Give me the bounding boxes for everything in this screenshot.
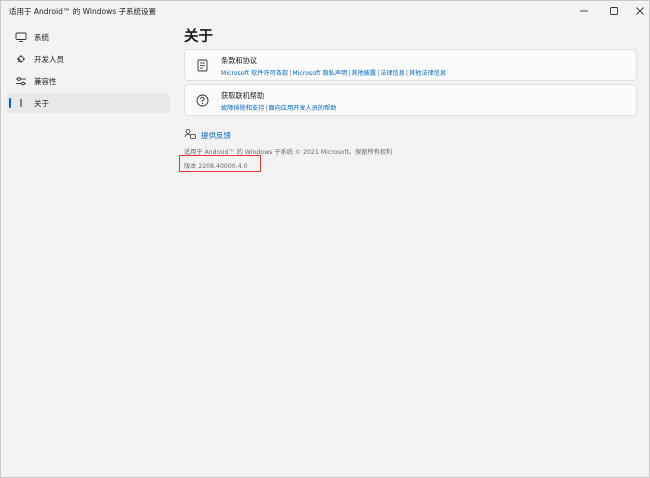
other-legal-info-link[interactable]: 其他法律信息 bbox=[409, 70, 446, 77]
help-card: 获取联机帮助 故障排除和支持|面向应用开发人员的帮助 bbox=[184, 84, 637, 116]
feedback-icon bbox=[184, 129, 196, 139]
help-links: 故障排除和支持|面向应用开发人员的帮助 bbox=[221, 103, 336, 112]
settings-window: 适用于 Android™ 的 Windows 子系统设置 系统 开发人员 兼容性… bbox=[0, 0, 650, 478]
help-icon bbox=[196, 94, 209, 107]
sidebar-item-label: 兼容性 bbox=[34, 77, 57, 86]
sidebar-item-label: 系统 bbox=[34, 33, 49, 42]
privacy-statement-link[interactable]: Microsoft 隐私声明 bbox=[292, 70, 347, 77]
document-icon bbox=[196, 59, 209, 72]
sidebar-nav: 系统 开发人员 兼容性 关于 bbox=[7, 27, 170, 115]
help-card-title: 获取联机帮助 bbox=[221, 91, 265, 100]
terms-links: Microsoft 软件许可条款|Microsoft 隐私声明|其他披露|法律信… bbox=[221, 68, 446, 77]
maximize-icon bbox=[610, 7, 618, 15]
sidebar-item-about[interactable]: 关于 bbox=[7, 93, 170, 113]
window-title: 适用于 Android™ 的 Windows 子系统设置 bbox=[9, 7, 157, 16]
feedback-label: 提供反馈 bbox=[201, 131, 231, 140]
license-terms-link[interactable]: Microsoft 软件许可条款 bbox=[221, 70, 288, 77]
close-button[interactable] bbox=[625, 1, 649, 21]
terms-card: 条款和协议 Microsoft 软件许可条款|Microsoft 隐私声明|其他… bbox=[184, 49, 637, 81]
sidebar-item-label: 关于 bbox=[34, 99, 49, 108]
terms-card-title: 条款和协议 bbox=[221, 56, 257, 65]
selection-indicator bbox=[9, 98, 11, 108]
info-icon bbox=[15, 97, 27, 109]
sidebar-item-label: 开发人员 bbox=[34, 55, 64, 64]
monitor-icon bbox=[15, 31, 27, 43]
troubleshooting-link[interactable]: 故障排除和支持 bbox=[221, 105, 264, 112]
legal-info-link[interactable]: 法律信息 bbox=[380, 70, 405, 77]
page-title: 关于 bbox=[184, 29, 213, 45]
sliders-icon bbox=[15, 75, 27, 87]
sidebar-item-compatibility[interactable]: 兼容性 bbox=[7, 71, 170, 91]
close-icon bbox=[636, 7, 644, 15]
sidebar-item-developer[interactable]: 开发人员 bbox=[7, 49, 170, 69]
other-disclosures-link[interactable]: 其他披露 bbox=[351, 70, 376, 77]
version-highlight-box bbox=[179, 155, 261, 172]
developer-help-link[interactable]: 面向应用开发人员的帮助 bbox=[268, 105, 336, 112]
developer-icon bbox=[15, 53, 27, 65]
sidebar-item-system[interactable]: 系统 bbox=[7, 27, 170, 47]
title-bar[interactable]: 适用于 Android™ 的 Windows 子系统设置 bbox=[1, 1, 649, 21]
minimize-icon bbox=[580, 10, 588, 12]
minimize-button[interactable] bbox=[569, 1, 599, 21]
